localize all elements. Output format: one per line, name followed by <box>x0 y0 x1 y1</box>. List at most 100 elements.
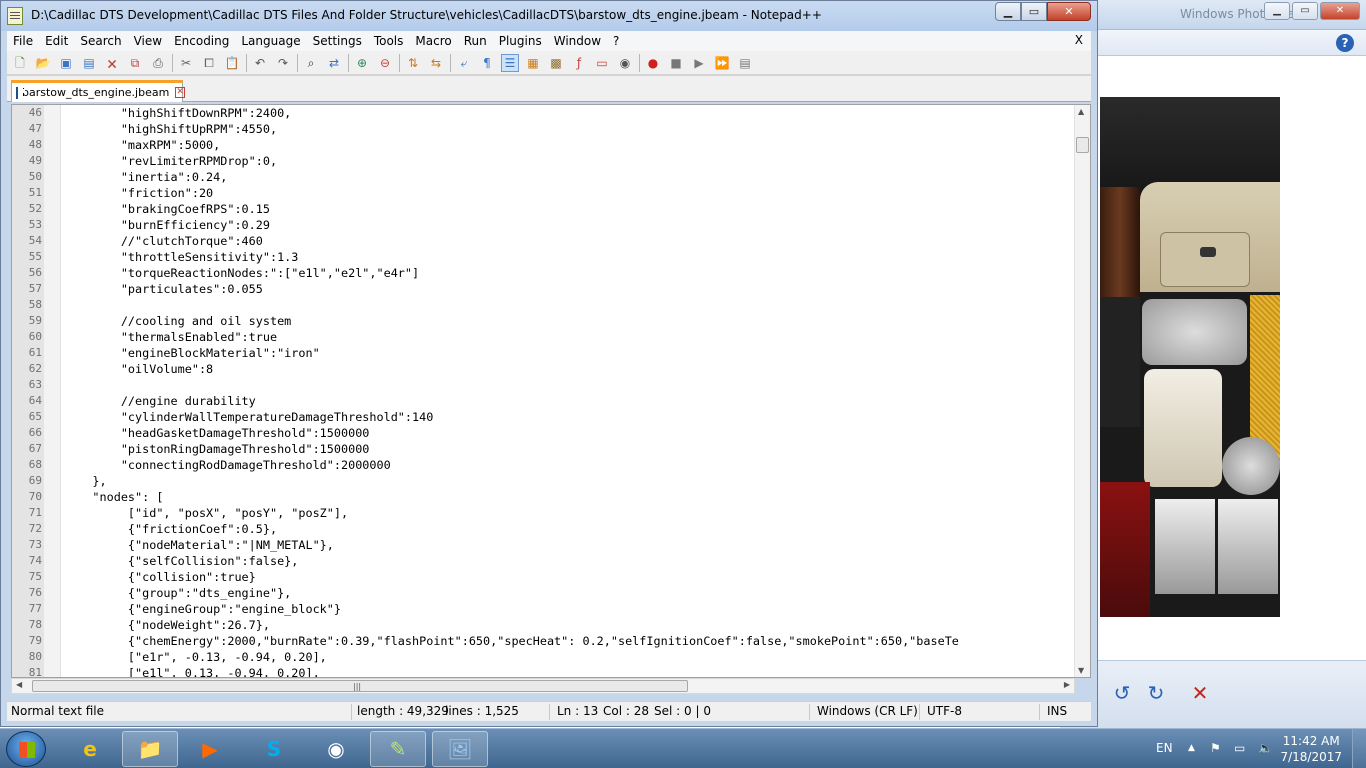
line-text[interactable]: "headGasketDamageThreshold":1500000 <box>64 425 370 441</box>
scroll-right-icon[interactable]: ▶ <box>1064 680 1070 689</box>
line-text[interactable]: "nodes": [ <box>64 489 163 505</box>
menu-view[interactable]: View <box>128 34 168 48</box>
folder-workspace-icon[interactable]: ▭ <box>593 54 611 72</box>
volume-icon[interactable]: 🔈 <box>1258 741 1273 755</box>
code-line[interactable]: 49 "revLimiterRPMDrop":0, <box>12 153 1074 169</box>
monitoring-icon[interactable]: ◉ <box>616 54 634 72</box>
code-line[interactable]: 78 {"nodeWeight":26.7}, <box>12 617 1074 633</box>
line-text[interactable]: "highShiftUpRPM":4550, <box>64 121 277 137</box>
save-all-icon[interactable]: ▤ <box>80 54 98 72</box>
code-line[interactable]: 48 "maxRPM":5000, <box>12 137 1074 153</box>
line-text[interactable]: {"chemEnergy":2000,"burnRate":0.39,"flas… <box>64 633 959 649</box>
line-text[interactable]: "burnEfficiency":0.29 <box>64 217 270 233</box>
file-explorer-icon[interactable]: 📁 <box>122 731 178 767</box>
close-all-icon[interactable]: ⧉ <box>126 54 144 72</box>
menu-plugins[interactable]: Plugins <box>493 34 548 48</box>
code-line[interactable]: 58 <box>12 297 1074 313</box>
line-text[interactable]: ["e1l", 0.13, -0.94, 0.20], <box>64 665 320 677</box>
code-line[interactable]: 81 ["e1l", 0.13, -0.94, 0.20], <box>12 665 1074 677</box>
code-line[interactable]: 67 "pistonRingDamageThreshold":1500000 <box>12 441 1074 457</box>
code-line[interactable]: 47 "highShiftUpRPM":4550, <box>12 121 1074 137</box>
document-map-icon[interactable]: ▩ <box>547 54 565 72</box>
code-line[interactable]: 61 "engineBlockMaterial":"iron" <box>12 345 1074 361</box>
menu-run[interactable]: Run <box>458 34 493 48</box>
show-desktop-button[interactable] <box>1352 729 1366 768</box>
indent-guide-icon[interactable]: ☰ <box>501 53 519 72</box>
line-text[interactable]: //"clutchTorque":460 <box>64 233 263 249</box>
vertical-scroll-thumb[interactable] <box>1076 137 1089 153</box>
code-line[interactable]: 50 "inertia":0.24, <box>12 169 1074 185</box>
line-text[interactable]: "oilVolume":8 <box>64 361 213 377</box>
media-player-icon[interactable]: ▶ <box>182 731 238 767</box>
line-text[interactable]: "friction":20 <box>64 185 213 201</box>
sync-horizontal-icon[interactable]: ⇆ <box>427 54 445 72</box>
code-line[interactable]: 59 //cooling and oil system <box>12 313 1074 329</box>
rotate-counterclockwise-icon[interactable]: ↺ <box>1108 679 1136 707</box>
menu-macro[interactable]: Macro <box>409 34 457 48</box>
code-line[interactable]: 76 {"group":"dts_engine"}, <box>12 585 1074 601</box>
line-text[interactable]: "highShiftDownRPM":2400, <box>64 105 291 121</box>
line-text[interactable]: "engineBlockMaterial":"iron" <box>64 345 320 361</box>
line-text[interactable]: //cooling and oil system <box>64 313 291 329</box>
replace-icon[interactable]: ⇄ <box>325 54 343 72</box>
code-line[interactable]: 62 "oilVolume":8 <box>12 361 1074 377</box>
code-line[interactable]: 72 {"frictionCoef":0.5}, <box>12 521 1074 537</box>
line-text[interactable]: "revLimiterRPMDrop":0, <box>64 153 277 169</box>
line-text[interactable]: "torqueReactionNodes:":["e1l","e2l","e4r… <box>64 265 419 281</box>
code-line[interactable]: 80 ["e1r", -0.13, -0.94, 0.20], <box>12 649 1074 665</box>
menu-settings[interactable]: Settings <box>307 34 368 48</box>
notepad-plus-plus-taskbar-icon[interactable]: ✎ <box>370 731 426 767</box>
action-center-flag-icon[interactable]: ⚑ <box>1210 741 1221 755</box>
new-file-icon[interactable]: 🗋 <box>11 54 29 72</box>
code-line[interactable]: 46 "highShiftDownRPM":2400, <box>12 105 1074 121</box>
menu-file[interactable]: File <box>7 34 39 48</box>
code-line[interactable]: 53 "burnEfficiency":0.29 <box>12 217 1074 233</box>
scroll-up-icon[interactable]: ▲ <box>1078 107 1084 116</box>
line-text[interactable]: {"nodeMaterial":"|NM_METAL"}, <box>64 537 334 553</box>
code-line[interactable]: 51 "friction":20 <box>12 185 1074 201</box>
code-line[interactable]: 74 {"selfCollision":false}, <box>12 553 1074 569</box>
line-text[interactable]: "connectingRodDamageThreshold":2000000 <box>64 457 391 473</box>
record-macro-icon[interactable]: ● <box>644 54 662 72</box>
menu-language[interactable]: Language <box>235 34 306 48</box>
internet-explorer-icon[interactable]: e <box>62 731 118 767</box>
open-file-icon[interactable]: 📂 <box>34 54 52 72</box>
close-button[interactable]: ✕ <box>1047 2 1091 21</box>
code-line[interactable]: 52 "brakingCoefRPS":0.15 <box>12 201 1074 217</box>
minimize-button[interactable]: ▁ <box>995 2 1021 21</box>
line-text[interactable]: {"nodeWeight":26.7}, <box>64 617 270 633</box>
network-icon[interactable]: ▭ <box>1234 741 1245 755</box>
play-macro-icon[interactable]: ▶ <box>690 54 708 72</box>
window-titlebar[interactable]: D:\Cadillac DTS Development\Cadillac DTS… <box>1 1 1097 31</box>
function-list-icon[interactable]: ƒ <box>570 54 588 72</box>
start-button[interactable] <box>6 731 46 767</box>
menu-edit[interactable]: Edit <box>39 34 74 48</box>
run-macro-multiple-icon[interactable]: ⏩ <box>713 54 731 72</box>
save-macro-icon[interactable]: ▤ <box>736 54 754 72</box>
menu-encoding[interactable]: Encoding <box>168 34 235 48</box>
close-file-icon[interactable]: 🗙 <box>103 54 121 72</box>
menu-tools[interactable]: Tools <box>368 34 410 48</box>
code-line[interactable]: 79 {"chemEnergy":2000,"burnRate":0.39,"f… <box>12 633 1074 649</box>
skype-icon[interactable]: S <box>246 731 302 767</box>
line-text[interactable]: ["e1r", -0.13, -0.94, 0.20], <box>64 649 327 665</box>
cut-icon[interactable]: ✂ <box>177 54 195 72</box>
help-icon[interactable]: ? <box>1336 34 1354 52</box>
tab-close-icon[interactable]: ✕ <box>175 87 185 98</box>
line-text[interactable]: }, <box>64 473 106 489</box>
code-area[interactable]: 46 "highShiftDownRPM":2400, 47 "highShift… <box>12 105 1074 677</box>
udl-icon[interactable]: ▦ <box>524 54 542 72</box>
line-text[interactable]: "pistonRingDamageThreshold":1500000 <box>64 441 370 457</box>
line-text[interactable]: {"group":"dts_engine"}, <box>64 585 291 601</box>
sync-vertical-icon[interactable]: ⇅ <box>404 54 422 72</box>
undo-icon[interactable]: ↶ <box>251 54 269 72</box>
menu-search[interactable]: Search <box>74 34 127 48</box>
delete-icon[interactable]: ✕ <box>1186 679 1214 707</box>
line-text[interactable]: "inertia":0.24, <box>64 169 228 185</box>
code-line[interactable]: 65 "cylinderWallTemperatureDamageThresho… <box>12 409 1074 425</box>
photo-viewer-taskbar-icon[interactable]: 🖼 <box>432 731 488 767</box>
photo-viewer-minimize-button[interactable]: ▁ <box>1264 2 1290 20</box>
line-text[interactable]: "maxRPM":5000, <box>64 137 220 153</box>
code-line[interactable]: 69 }, <box>12 473 1074 489</box>
stop-macro-icon[interactable]: ■ <box>667 54 685 72</box>
